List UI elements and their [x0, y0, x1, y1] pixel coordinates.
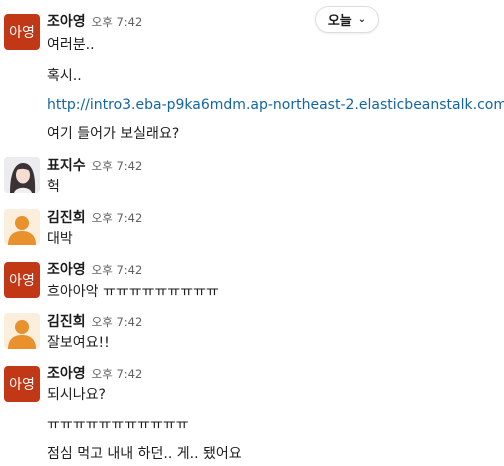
date-divider-button[interactable]: 오늘 ⌄	[315, 6, 379, 33]
author-name[interactable]: 조아영 오후 7:42	[47, 261, 142, 279]
avatar-text: 아영	[9, 25, 35, 41]
avatar-text: 아영	[9, 273, 35, 289]
author-label[interactable]: 조아영	[47, 14, 86, 30]
message-text: 여기 들어가 보실래요?	[47, 126, 180, 142]
chevron-down-icon: ⌄	[357, 14, 367, 25]
message-text: 잘보여요!!	[47, 335, 110, 351]
avatar[interactable]	[4, 157, 40, 193]
default-user-icon	[8, 320, 36, 349]
author-name[interactable]: 조아영 오후 7:42	[47, 13, 142, 31]
message-text: 점심 먹고 내내 하던.. 게.. 됐어요	[47, 446, 242, 462]
timestamp[interactable]: 오후 7:42	[92, 263, 143, 277]
avatar-text: 아영	[9, 377, 35, 393]
avatar[interactable]	[4, 313, 40, 349]
date-divider-label: 오늘	[327, 14, 352, 29]
author-name[interactable]: 김진희 오후 7:42	[47, 209, 142, 227]
author-label[interactable]: 김진희	[47, 314, 86, 330]
message-text: ㅠㅠㅠㅠㅠㅠㅠㅠㅠㅠㅠ	[47, 417, 189, 433]
avatar[interactable]: 아영	[4, 366, 40, 402]
message-link[interactable]: http://intro3.eba-p9ka6mdm.ap-northeast-…	[47, 96, 504, 114]
message-text: 혹시..	[47, 68, 82, 84]
author-name[interactable]: 표지수 오후 7:42	[47, 157, 142, 175]
author-label[interactable]: 김진희	[47, 210, 86, 226]
profile-photo-icon	[4, 157, 40, 193]
timestamp[interactable]: 오후 7:42	[92, 367, 143, 381]
message-text: 헉	[47, 179, 60, 195]
avatar[interactable]	[4, 209, 40, 245]
timestamp[interactable]: 오후 7:42	[92, 159, 143, 173]
timestamp[interactable]: 오후 7:42	[92, 315, 143, 329]
message-text: 여러분..	[47, 37, 95, 53]
author-label[interactable]: 표지수	[47, 158, 86, 174]
avatar[interactable]: 아영	[4, 14, 40, 50]
timestamp[interactable]: 오후 7:42	[92, 211, 143, 225]
message-text: 되시나요?	[47, 387, 106, 403]
message-text: 흐아아악 ㅠㅠㅠㅠㅠㅠㅠㅠㅠ	[47, 284, 219, 300]
author-name[interactable]: 조아영 오후 7:42	[47, 365, 142, 383]
timestamp[interactable]: 오후 7:42	[92, 15, 143, 29]
author-label[interactable]: 조아영	[47, 366, 86, 382]
default-user-icon	[8, 216, 36, 245]
avatar[interactable]: 아영	[4, 262, 40, 298]
message-text: 대박	[47, 231, 73, 247]
author-name[interactable]: 김진희 오후 7:42	[47, 313, 142, 331]
author-label[interactable]: 조아영	[47, 262, 86, 278]
